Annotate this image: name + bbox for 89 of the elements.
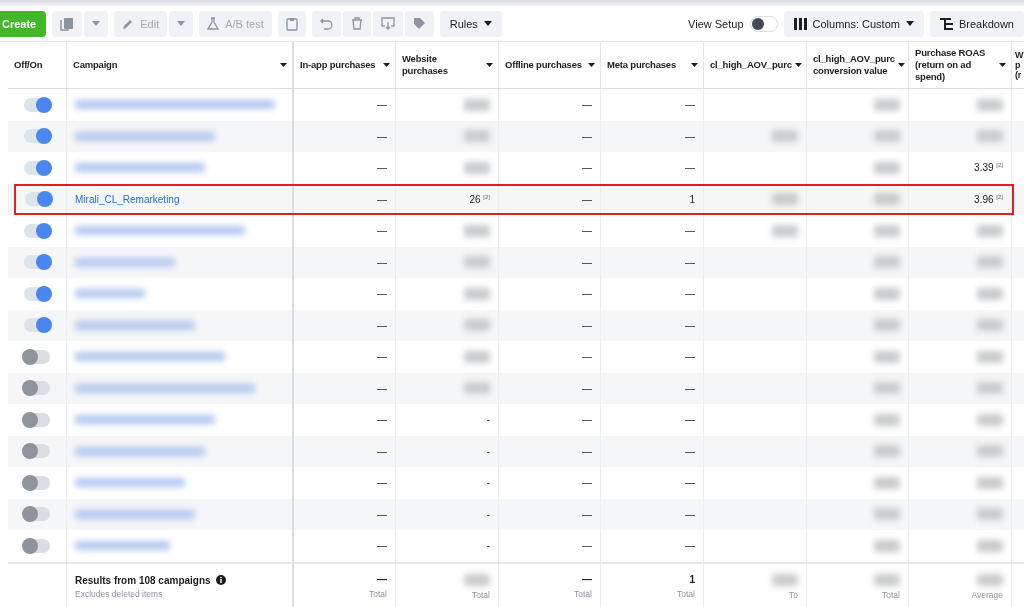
table-cell: — (377, 351, 387, 363)
table-cell: — (685, 508, 695, 520)
column-header[interactable]: In-app purchases (292, 42, 395, 88)
table-cell: — (582, 445, 592, 457)
total-label: Total (472, 589, 490, 600)
table-cell: — (377, 130, 387, 142)
table-cell: — (582, 351, 592, 363)
table-cell: — (685, 130, 695, 142)
table-cell: — (377, 288, 387, 300)
table-cell: — (582, 256, 592, 268)
column-header[interactable]: Meta purchases (600, 42, 703, 88)
table-cell: — (377, 414, 387, 426)
column-header[interactable]: W p (r (1011, 42, 1024, 88)
table-cell: — (582, 162, 592, 174)
total-value: — (582, 574, 592, 585)
table-cell: — (377, 225, 387, 237)
table-cell: - (486, 414, 490, 426)
table-cell: — (582, 130, 592, 142)
total-value: — (377, 574, 387, 585)
table-cell: — (582, 508, 592, 520)
table-row[interactable]: — — — (8, 372, 1024, 404)
table-cell: — (377, 256, 387, 268)
table-cell: 3.96 $^{[2]}$ (974, 193, 1003, 205)
total-label: Total (369, 589, 387, 599)
breakdown-button[interactable]: Breakdown (929, 10, 1024, 37)
table-cell: — (685, 225, 695, 237)
table-cell: — (685, 382, 695, 394)
table-cell: — (377, 540, 387, 552)
table-cell: — (582, 193, 592, 205)
table-cell: — (685, 162, 695, 174)
table-row[interactable]: Mirali_CL_Remarketing — 26 $^{[2]}$ — 1 3.96 $^{[2]}$ (8, 183, 1024, 215)
table-cell: — (582, 319, 592, 331)
total-label: Total (677, 589, 695, 599)
column-header[interactable]: Purchase ROAS (return on ad spend) (908, 42, 1011, 88)
table-cell: — (685, 477, 695, 489)
table-cell: — (377, 319, 387, 331)
campaign-link[interactable]: Mirali_CL_Remarketing (75, 193, 180, 205)
table-cell: — (582, 382, 592, 394)
table-cell: — (377, 162, 387, 174)
table-cell: 3.39 $^{[2]}$ (974, 162, 1003, 174)
results-summary: Results from 108 campaigns (75, 574, 211, 586)
total-label: Total (882, 589, 900, 600)
rules-button[interactable]: Rules (439, 10, 502, 37)
table-cell: — (582, 477, 592, 489)
table-row[interactable]: — - — — (8, 498, 1024, 530)
table-cell: — (685, 351, 695, 363)
table-cell: — (377, 382, 387, 394)
table-cell: — (377, 445, 387, 457)
total-label: To (789, 589, 798, 600)
table-cell: — (582, 225, 592, 237)
column-header[interactable]: cl_high_AOV_purc (703, 42, 806, 88)
table-cell: — (377, 508, 387, 520)
column-header[interactable]: Off/On (8, 42, 66, 88)
table-cell: — (685, 540, 695, 552)
table-cell: — (377, 99, 387, 111)
column-header[interactable]: cl_high_AOV_purc conversion value (806, 42, 908, 88)
view-setup-label: View Setup (688, 17, 744, 30)
table-cell: — (582, 288, 592, 300)
table-row[interactable]: — — — (8, 309, 1024, 341)
table-row[interactable]: — - — — (8, 435, 1024, 467)
table-row[interactable]: — — — 3.39 $^{[2]}$ (8, 152, 1024, 184)
table-cell: — (685, 288, 695, 300)
table-cell: — (685, 414, 695, 426)
results-note: Excludes deleted items (75, 588, 163, 599)
table-cell: 1 (689, 193, 695, 205)
table-cell: — (582, 540, 592, 552)
table-cell: - (486, 477, 490, 489)
table-cell: — (582, 99, 592, 111)
total-label: Total (574, 589, 592, 599)
column-header[interactable]: Campaign (66, 42, 292, 88)
table-cell: - (486, 445, 490, 457)
table-row[interactable]: — — — (8, 120, 1024, 152)
total-value: 1 (689, 574, 695, 585)
table-row[interactable]: — — — (8, 246, 1024, 278)
table-cell: — (685, 99, 695, 111)
table-cell: — (377, 193, 387, 205)
total-label: Average (971, 589, 1003, 600)
table-cell: — (685, 319, 695, 331)
table-cell: - (486, 540, 490, 552)
table-cell: — (377, 477, 387, 489)
column-header[interactable]: Website purchases (395, 42, 498, 88)
columns-button[interactable]: Columns: Custom (783, 10, 924, 37)
table-row[interactable]: — - — — (8, 530, 1024, 562)
table-cell: — (582, 414, 592, 426)
table-cell: — (685, 445, 695, 457)
column-header[interactable]: Offline purchases (498, 42, 600, 88)
table-cell: 26 $^{[2]}$ (469, 193, 490, 205)
table-cell: - (486, 508, 490, 520)
table-cell: — (685, 256, 695, 268)
